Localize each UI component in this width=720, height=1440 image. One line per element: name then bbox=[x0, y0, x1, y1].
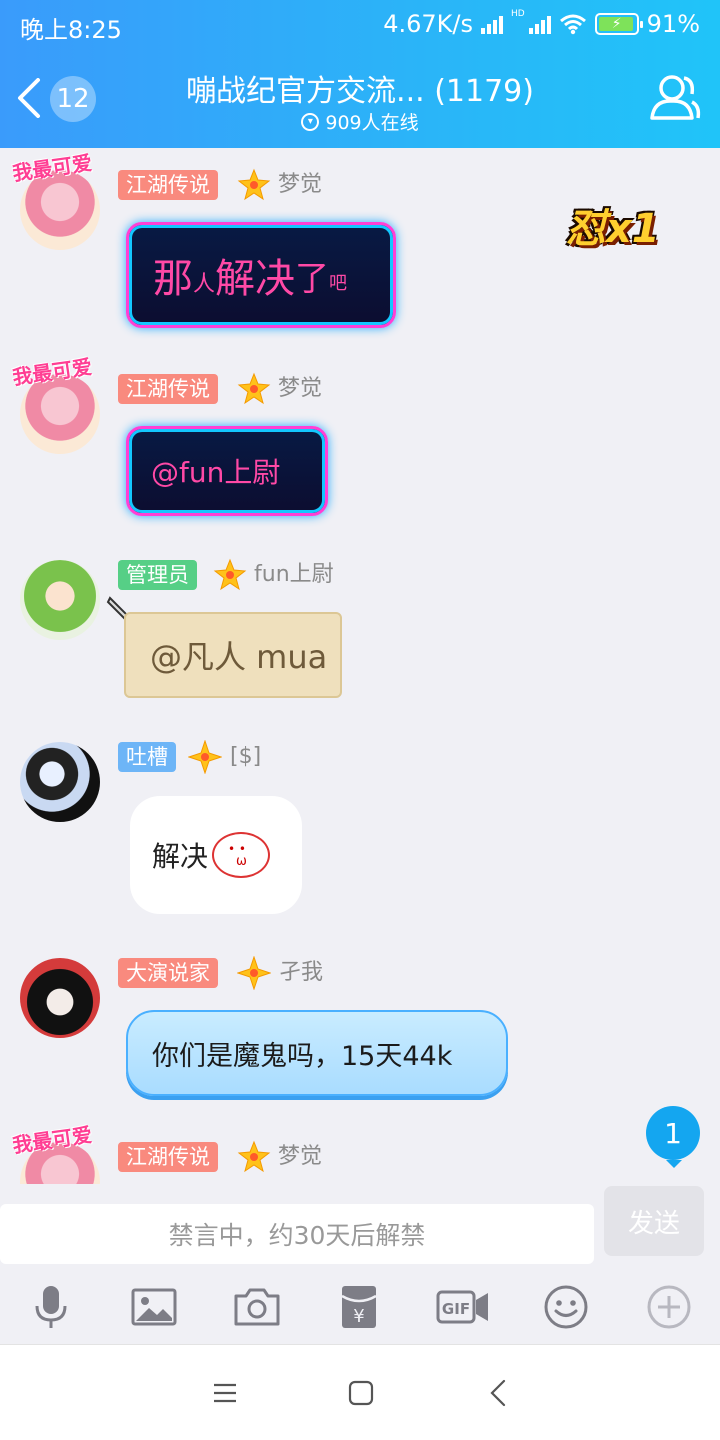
status-right: 4.67K/s HD ⚡ 91% bbox=[383, 9, 700, 39]
message-bubble[interactable]: 你们是魔鬼吗，15天44k bbox=[126, 1010, 508, 1096]
message-text: @fun上尉 bbox=[151, 456, 281, 489]
sender-name[interactable]: 孑我 bbox=[279, 958, 323, 988]
system-nav-bar bbox=[0, 1344, 720, 1440]
star-icon bbox=[237, 372, 271, 405]
star-icon bbox=[237, 168, 271, 201]
back-icon[interactable] bbox=[484, 1377, 516, 1409]
sender-name[interactable]: fun上尉 bbox=[254, 560, 334, 590]
message-text: @凡人 mua bbox=[150, 638, 328, 676]
sender-name[interactable]: 梦觉 bbox=[278, 1142, 322, 1172]
online-count[interactable]: ▾ 909人在线 bbox=[120, 108, 600, 135]
emoji-icon[interactable] bbox=[541, 1282, 591, 1332]
gif-icon[interactable]: GIF bbox=[436, 1282, 490, 1332]
avatar[interactable] bbox=[20, 560, 100, 640]
cat-emoji-icon bbox=[212, 832, 271, 878]
battery-percent: 91% bbox=[646, 10, 700, 38]
title-tag: 管理员 bbox=[118, 560, 197, 590]
online-label: 909人在线 bbox=[325, 112, 419, 134]
message-bubble[interactable]: @fun上尉 bbox=[126, 426, 328, 516]
sender-name[interactable]: 梦觉 bbox=[278, 170, 322, 200]
signal-hd-icon bbox=[528, 14, 551, 34]
message-bubble[interactable]: @凡人 mua bbox=[124, 612, 342, 698]
message-input[interactable]: 禁言中，约30天后解禁 bbox=[0, 1204, 594, 1264]
star-icon bbox=[237, 956, 271, 990]
title-tag: 吐槽 bbox=[118, 742, 176, 772]
effect-badge: 怼x1 bbox=[566, 206, 660, 252]
message-text-part: 了 bbox=[295, 258, 330, 299]
sender-name[interactable]: 梦觉 bbox=[278, 374, 322, 404]
new-message-badge[interactable]: 1 bbox=[646, 1106, 700, 1168]
message-text-part: 吧 bbox=[329, 273, 348, 294]
message-text-part: 那 bbox=[153, 256, 193, 302]
svg-text:GIF: GIF bbox=[442, 1300, 470, 1318]
title-tag: 江湖传说 bbox=[118, 170, 218, 200]
sender-name[interactable]: [$] bbox=[230, 742, 261, 772]
input-row: 禁言中，约30天后解禁 发送 bbox=[0, 1184, 720, 1270]
message-bubble[interactable]: 解决 bbox=[130, 796, 302, 914]
message-bubble[interactable]: 那人解决了吧 bbox=[126, 222, 396, 328]
star-icon bbox=[237, 1140, 271, 1173]
send-button[interactable]: 发送 bbox=[604, 1186, 704, 1256]
message-text: 解决 bbox=[152, 840, 209, 873]
battery-icon: ⚡ bbox=[594, 13, 643, 35]
title-tag: 江湖传说 bbox=[118, 374, 218, 404]
star-icon bbox=[188, 740, 222, 774]
mic-icon[interactable] bbox=[26, 1282, 76, 1332]
page-title[interactable]: 嘣战纪官方交流... (1179) bbox=[120, 66, 600, 110]
message-text: 你们是魔鬼吗，15天44k bbox=[152, 1040, 453, 1072]
top-bar: 晚上8:25 4.67K/s HD ⚡ 91% 12 嘣战纪官方交流... (1… bbox=[0, 0, 720, 148]
signal-icon bbox=[480, 14, 503, 34]
message-text-part: 解决 bbox=[215, 256, 296, 302]
avatar[interactable] bbox=[20, 958, 100, 1038]
input-toolbar: ¥ GIF bbox=[0, 1270, 720, 1344]
hd-badge: HD bbox=[510, 9, 525, 19]
message-text-part: 人 bbox=[193, 272, 216, 297]
network-speed: 4.67K/s bbox=[383, 10, 473, 38]
wifi-icon bbox=[559, 14, 586, 35]
message-list[interactable]: 怼x1 我最可爱 江湖传说 梦觉 那人解决了吧 我最可爱 江湖传说 梦觉 @fu… bbox=[0, 148, 720, 1184]
back-arrow-icon[interactable] bbox=[14, 78, 44, 118]
title-tag: 江湖传说 bbox=[118, 1142, 218, 1172]
nav-bar: 12 嘣战纪官方交流... (1179) ▾ 909人在线 bbox=[0, 50, 720, 148]
red-packet-icon[interactable]: ¥ bbox=[334, 1282, 384, 1332]
menu-icon[interactable] bbox=[209, 1377, 241, 1409]
plus-icon[interactable] bbox=[644, 1282, 694, 1332]
home-icon[interactable] bbox=[345, 1377, 377, 1409]
members-icon[interactable] bbox=[648, 72, 702, 122]
svg-text:¥: ¥ bbox=[353, 1306, 364, 1327]
title-tag: 大演说家 bbox=[118, 958, 218, 988]
unread-back-badge[interactable]: 12 bbox=[50, 76, 96, 122]
avatar[interactable] bbox=[20, 742, 100, 822]
status-bar: 晚上8:25 4.67K/s HD ⚡ 91% bbox=[0, 0, 720, 50]
camera-icon[interactable] bbox=[232, 1282, 282, 1332]
star-icon bbox=[213, 558, 247, 591]
status-time: 晚上8:25 bbox=[20, 16, 122, 44]
image-icon[interactable] bbox=[129, 1282, 179, 1332]
chevron-down-icon: ▾ bbox=[301, 112, 320, 131]
